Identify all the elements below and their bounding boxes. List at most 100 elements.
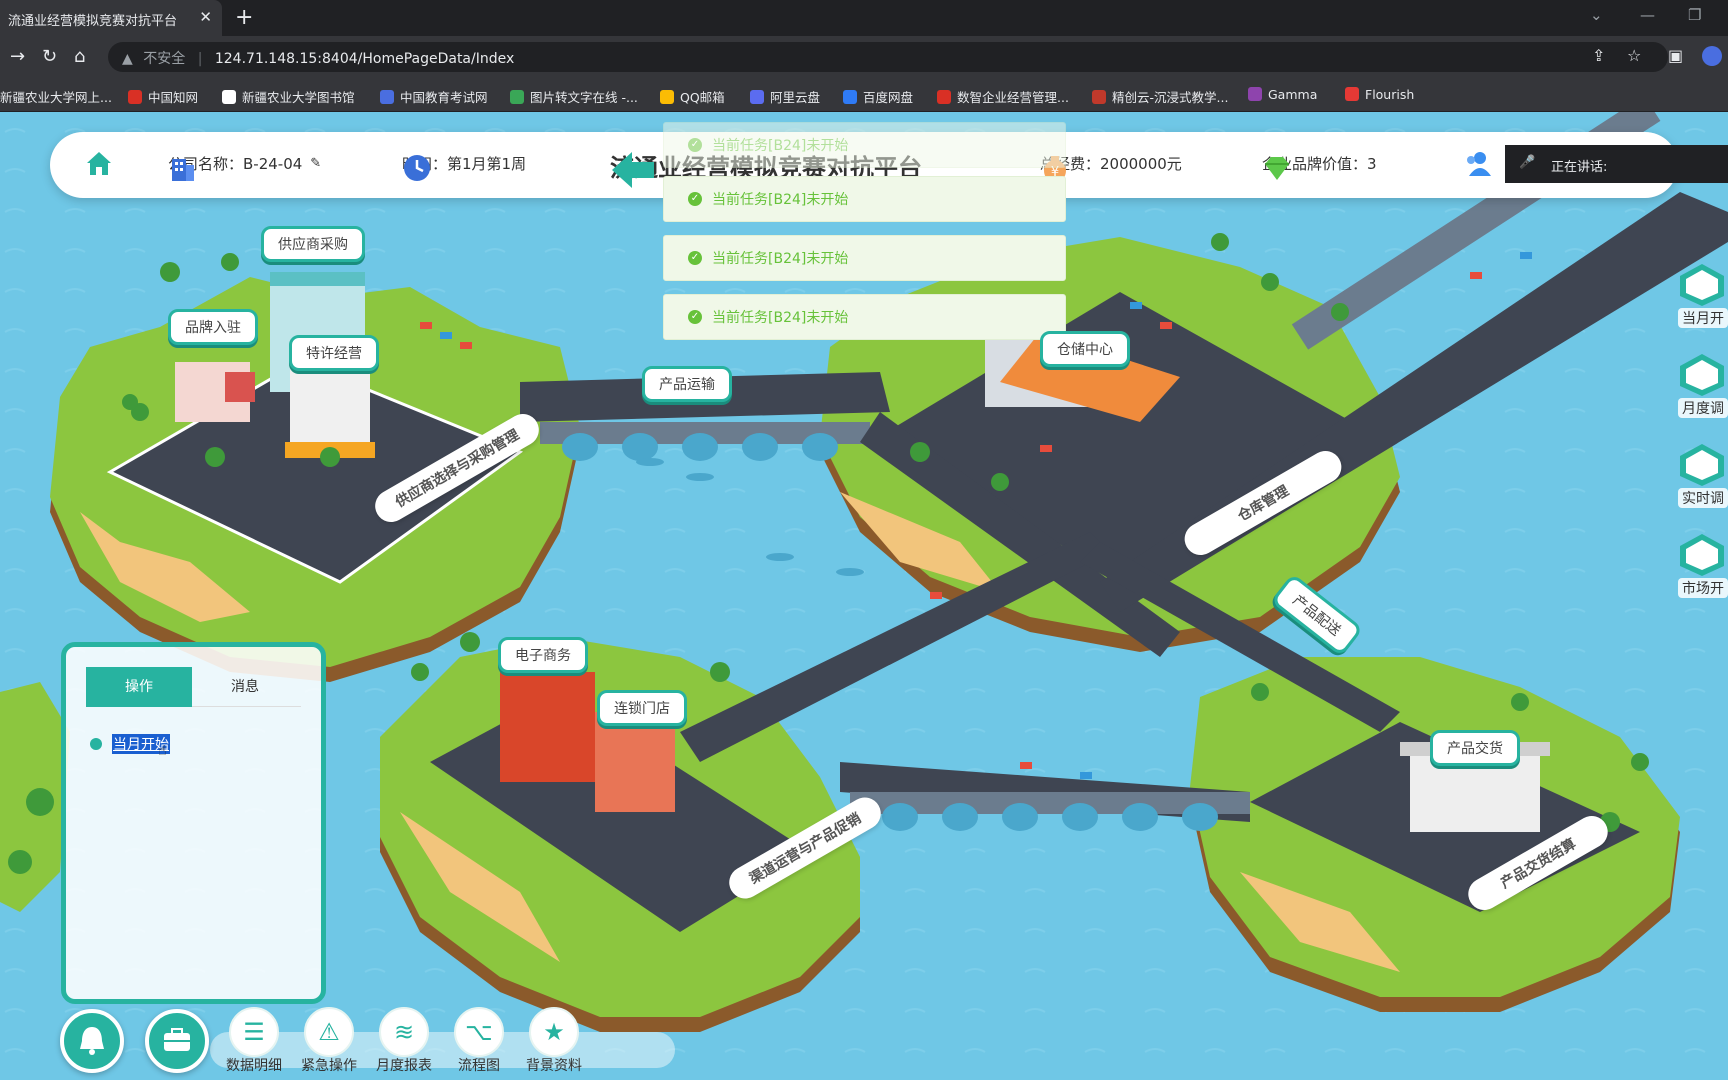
bookmark-label: 新疆农业大学网上... [0,90,112,105]
bookmark-favicon-icon [1345,87,1359,101]
map-label-warehouse[interactable]: 仓储中心 [1040,331,1130,367]
close-tab-icon[interactable]: ✕ [199,8,212,26]
bell-icon [80,1027,104,1055]
side-button[interactable]: 当月开 [1678,262,1728,328]
map-label-ecommerce[interactable]: 电子商务 [498,637,588,673]
toast-text: 当前任务[B24]未开始 [712,251,849,267]
sidepanel-icon[interactable]: ▣ [1668,46,1683,65]
map-label-transport[interactable]: 产品运输 [642,366,732,402]
toast-text: 当前任务[B24]未开始 [712,310,849,326]
bookmark-favicon-icon [510,90,524,104]
bookmark-label: 中国教育考试网 [400,90,488,105]
url-input[interactable]: ▲ 不安全 | 124.71.148.15:8404/HomePageData/… [108,42,1668,72]
new-tab-icon[interactable]: + [235,5,253,30]
panel-tabs: 操作 消息 [86,667,301,707]
home-icon [87,152,111,175]
speaking-text: 正在讲话: [1551,160,1608,175]
building-icon [172,159,194,181]
company-name[interactable]: 公司名称：B-24-04 ✎ [168,153,321,181]
check-circle-icon: ✓ [688,138,702,152]
edit-icon[interactable]: ✎ [310,156,321,171]
warning-icon: ▲ [122,51,133,67]
bookmark-item[interactable]: 阿里云盘 [750,87,820,106]
bookmark-item[interactable]: 新疆农业大学图书馆 [222,87,355,106]
check-circle-icon: ✓ [688,251,702,265]
clock-icon [404,155,430,181]
toolbar-data-detail-button[interactable]: ☰ 数据明细 [215,1007,293,1075]
tab-search-icon[interactable]: ⌄ [1590,6,1603,24]
browser-tab[interactable]: 流通业经营模拟竞赛对抗平台 ✕ [0,0,222,36]
hexagon-icon [1680,532,1728,578]
map-scene: 公司名称：B-24-04 ✎ 时间：第1月第1周 流通业经营模拟竞赛对抗平台 ¥… [0,112,1728,1080]
bookmark-item[interactable]: 百度网盘 [843,87,913,106]
users-icon [1467,152,1491,176]
hexagon-icon [1680,262,1728,308]
platform-logo-icon [612,152,654,188]
bookmark-item[interactable]: 图片转文字在线 -... [510,87,638,106]
profile-avatar[interactable] [1702,46,1722,66]
data-detail-icon: ☰ [229,1007,279,1057]
microphone-icon: 🎤 [1519,155,1536,170]
bookmark-label: 百度网盘 [863,90,914,105]
bookmark-item[interactable]: QQ邮箱 [660,87,725,106]
check-circle-icon: ✓ [688,310,702,324]
hexagon-icon [1680,352,1728,398]
back-icon[interactable]: → [10,46,25,67]
emergency-icon: ⚠ [304,1007,354,1057]
restore-icon[interactable]: ❐ [1688,6,1701,24]
mouse-cursor-icon: ☝ [158,743,167,759]
toolbar-label: 数据明细 [226,1058,282,1074]
side-button-label: 月度调 [1678,398,1728,418]
side-button[interactable]: 市场开 [1678,532,1728,598]
toolbar-label: 月度报表 [376,1058,432,1074]
bookmark-item[interactable]: 精创云-沉浸式教学... [1092,87,1228,106]
home-icon[interactable]: ⌂ [74,46,85,67]
browser-tabbar: 流通业经营模拟竞赛对抗平台 ✕ + ⌄ — ❐ [0,0,1728,36]
toast-message: ✓ 当前任务[B24]未开始 [663,122,1066,168]
map-label-franchise[interactable]: 特许经营 [289,335,379,371]
notification-button[interactable] [60,1009,124,1073]
map-label-handover[interactable]: 产品交货 [1430,730,1520,766]
diamond-icon [1265,157,1289,180]
toolbar-label: 流程图 [458,1058,500,1074]
bookmark-item[interactable]: 中国知网 [128,87,198,106]
bookmark-star-icon[interactable]: ☆ [1627,46,1641,65]
toolbar-background-button[interactable]: ★ 背景资料 [515,1007,593,1075]
bookmark-favicon-icon [937,90,951,104]
operation-panel: 操作 消息 当月开始 ☝ [61,642,326,1004]
share-icon[interactable]: ⇪ [1592,46,1605,65]
bookmark-item[interactable]: 新疆农业大学网上... [0,87,112,106]
bookmark-item[interactable]: Gamma [1248,87,1317,102]
speaking-indicator: 🎤 正在讲话: [1505,145,1728,183]
side-button[interactable]: 月度调 [1678,352,1728,418]
side-button[interactable]: 实时调 [1678,442,1728,508]
monthly-report-icon: ≋ [379,1007,429,1057]
toolbar-emergency-button[interactable]: ⚠ 紧急操作 [290,1007,368,1075]
bookmark-favicon-icon [380,90,394,104]
current-time: 时间：第1月第1周 [402,153,526,181]
task-item[interactable]: 当月开始 ☝ [90,729,170,759]
address-bar-row: → ↻ ⌂ ▲ 不安全 | 124.71.148.15:8404/HomePag… [0,36,1728,78]
tab-operate[interactable]: 操作 [86,667,192,707]
bookmark-label: 中国知网 [148,90,199,105]
toast-message: ✓ 当前任务[B24]未开始 [663,294,1066,340]
map-label-brand[interactable]: 品牌入驻 [168,309,258,345]
map-label-chain[interactable]: 连锁门店 [597,690,687,726]
toast-text: 当前任务[B24]未开始 [712,138,849,154]
bookmark-item[interactable]: Flourish [1345,87,1414,102]
tab-messages[interactable]: 消息 [192,667,298,707]
toast-text: 当前任务[B24]未开始 [712,192,849,208]
bookmark-favicon-icon [843,90,857,104]
toolbar-label: 背景资料 [526,1058,582,1074]
toolbar-monthly-report-button[interactable]: ≋ 月度报表 [365,1007,443,1075]
toolbox-button[interactable] [145,1009,209,1073]
side-button-label: 当月开 [1678,308,1728,328]
bookmark-item[interactable]: 中国教育考试网 [380,87,488,106]
bookmark-label: Gamma [1268,87,1318,102]
minimize-icon[interactable]: — [1640,6,1655,24]
reload-icon[interactable]: ↻ [42,46,57,67]
map-label-supplier[interactable]: 供应商采购 [261,226,365,262]
toolbar-flowchart-button[interactable]: ⌥ 流程图 [440,1007,518,1075]
bookmark-item[interactable]: 数智企业经营管理... [937,87,1069,106]
bookmark-label: 新疆农业大学图书馆 [242,90,355,105]
